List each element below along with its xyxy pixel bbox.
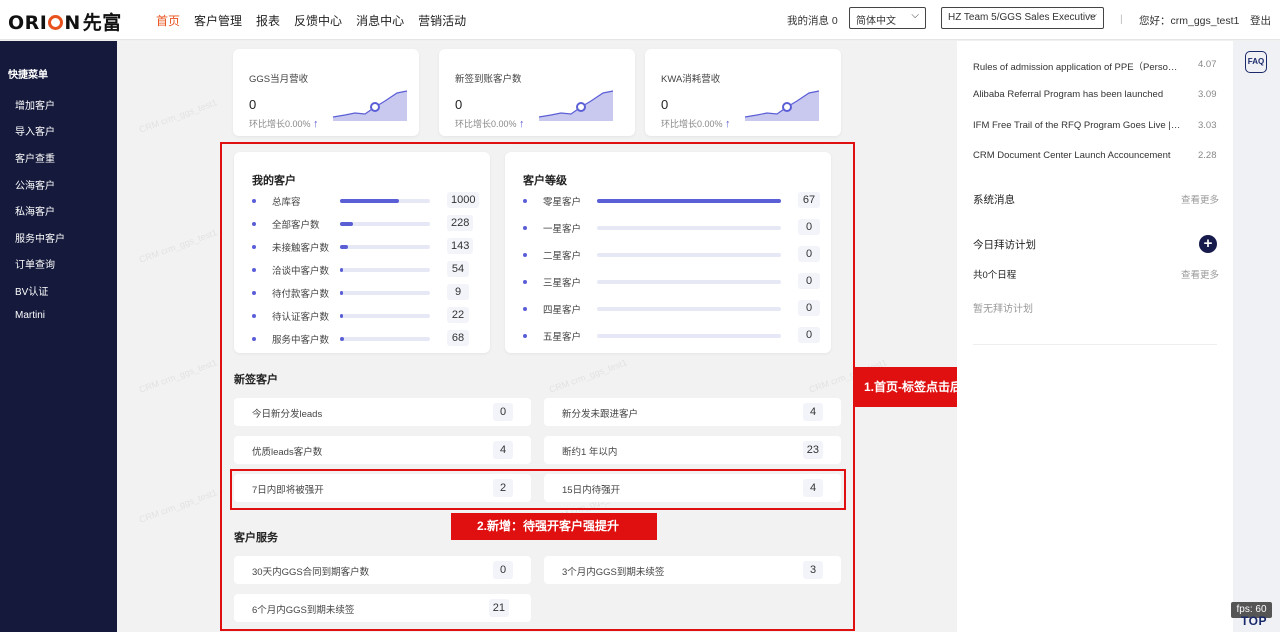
back-to-top-button[interactable]: TOP — [1241, 614, 1267, 628]
top-bar: ORI N 先富 首页 客户管理 报表 反馈中心 消息中心 营销活动 我的消息 0 … — [0, 0, 1280, 40]
chevron-down-icon: ⌵ — [1089, 10, 1097, 21]
sidebar-item-import-customer[interactable]: 导入客户 — [15, 123, 55, 138]
stat-card-ggs-revenue[interactable]: GGS当月营收 0 环比增长0.00% ↑ — [233, 49, 419, 136]
annotation-box-main — [220, 142, 855, 631]
sidebar-item-serving-customers[interactable]: 服务中客户 — [15, 230, 65, 245]
nav-messages[interactable]: 消息中心 — [356, 12, 404, 29]
sparkline-chart — [538, 90, 614, 121]
system-messages-title: 系统消息 — [973, 194, 1015, 206]
sidebar-item-private-customers[interactable]: 私海客户 — [15, 203, 55, 218]
my-messages-link[interactable]: 我的消息 0 — [787, 13, 838, 28]
system-messages-more-link[interactable]: 查看更多 — [1181, 192, 1219, 206]
main-content: CRM crm_ggs_test1 CRM crm_ggs_test1 CRM … — [117, 41, 1256, 632]
nav-feedback[interactable]: 反馈中心 — [294, 12, 342, 29]
sidebar-title: 快捷菜单 — [8, 70, 48, 81]
arrow-up-icon: ↑ — [519, 118, 525, 130]
right-toolbar: FAQ — [1233, 41, 1280, 632]
sidebar-item-public-customers[interactable]: 公海客户 — [15, 177, 55, 192]
news-item[interactable]: IFM Free Trail of the RFQ Program Goes L… — [973, 120, 1181, 131]
sidebar-item-order-query[interactable]: 订单查询 — [15, 256, 55, 271]
sidebar-item-bv-certification[interactable]: BV认证 — [15, 283, 48, 298]
language-select[interactable]: 简体中文 ⌵ — [849, 7, 926, 29]
sidebar-item-martini[interactable]: Martini — [15, 310, 45, 321]
news-date: 4.07 — [1198, 59, 1217, 70]
nav-reports[interactable]: 报表 — [256, 12, 280, 29]
stat-growth: 环比增长0.00% ↑ — [249, 118, 319, 130]
chevron-down-icon: ⌵ — [911, 10, 919, 21]
orion-logo[interactable]: ORI N 先富 — [8, 8, 122, 35]
watermark: CRM crm_ggs_test1 — [137, 487, 219, 525]
stat-card-new-signed[interactable]: 新签到账客户数 0 环比增长0.00% ↑ — [439, 49, 635, 136]
arrow-up-icon: ↑ — [313, 118, 319, 130]
main-nav: 首页 客户管理 报表 反馈中心 消息中心 营销活动 — [156, 12, 480, 29]
news-date: 2.28 — [1198, 150, 1217, 161]
watermark: CRM crm_ggs_test1 — [137, 227, 219, 265]
sidebar-item-add-customer[interactable]: 增加客户 — [15, 97, 55, 112]
header-divider: | — [1120, 13, 1123, 25]
sparkline-chart — [332, 90, 408, 121]
logo-o-icon — [48, 15, 64, 30]
divider — [973, 344, 1217, 345]
add-visit-plan-button[interactable]: + — [1199, 235, 1217, 253]
annotation-label-2: 2.新增：待强开客户强提升 — [451, 513, 657, 540]
stat-growth: 环比增长0.00% ↑ — [661, 118, 731, 130]
news-item[interactable]: Alibaba Referral Program has been launch… — [973, 89, 1181, 100]
stat-label: 新签到账客户数 — [455, 74, 522, 85]
stat-growth: 环比增长0.00% ↑ — [455, 118, 525, 130]
nav-customer-management[interactable]: 客户管理 — [194, 12, 242, 29]
visit-plan-more-link[interactable]: 查看更多 — [1181, 267, 1219, 281]
sidebar-item-duplicate-check[interactable]: 客户查重 — [15, 150, 55, 165]
watermark: CRM crm_ggs_test1 — [137, 357, 219, 395]
logout-button[interactable]: 登出 — [1250, 13, 1271, 28]
user-greeting: 您好：crm_ggs_test1 — [1139, 15, 1240, 27]
stat-value: 0 — [249, 97, 257, 112]
nav-home[interactable]: 首页 — [156, 12, 180, 29]
watermark: CRM crm_ggs_test1 — [137, 97, 219, 135]
stat-label: GGS当月营收 — [249, 74, 309, 85]
nav-marketing[interactable]: 营销活动 — [418, 12, 466, 29]
visit-plan-count: 共0个日程 — [973, 270, 1017, 281]
stat-value: 0 — [661, 97, 669, 112]
right-panel: Rules of admission application of PPE（Pe… — [957, 41, 1233, 632]
news-date: 3.09 — [1198, 89, 1217, 100]
stat-value: 0 — [455, 97, 463, 112]
stat-card-kwa-revenue[interactable]: KWA消耗营收 0 环比增长0.00% ↑ — [645, 49, 841, 136]
arrow-up-icon: ↑ — [725, 118, 731, 130]
visit-plan-empty: 暂无拜访计划 — [973, 304, 1033, 315]
sparkline-chart — [744, 90, 820, 121]
team-select[interactable]: HZ Team 5/GGS Sales Executive ⌵ — [941, 7, 1104, 29]
news-item[interactable]: CRM Document Center Launch Accouncement — [973, 150, 1181, 161]
annotation-box-force-open — [230, 469, 846, 510]
news-item[interactable]: Rules of admission application of PPE（Pe… — [973, 59, 1181, 73]
visit-plan-title: 今日拜访计划 — [973, 239, 1036, 251]
sidebar: 快捷菜单 增加客户 导入客户 客户查重 公海客户 私海客户 服务中客户 订单查询… — [0, 41, 117, 632]
stat-label: KWA消耗营收 — [661, 74, 721, 85]
news-date: 3.03 — [1198, 120, 1217, 131]
faq-button[interactable]: FAQ — [1245, 51, 1267, 73]
